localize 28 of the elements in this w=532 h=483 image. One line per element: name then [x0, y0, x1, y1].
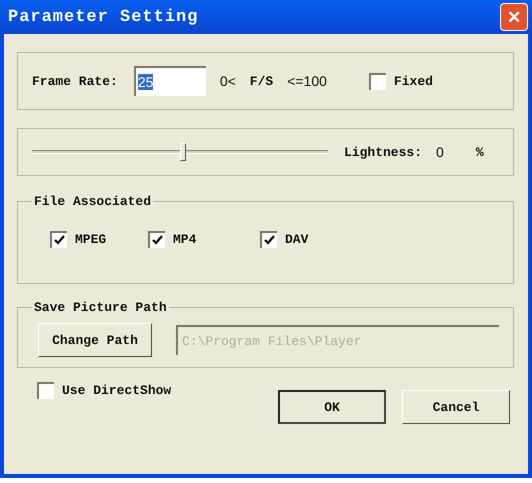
- format-label: MPEG: [75, 232, 106, 247]
- range-max-text: <=100: [287, 73, 327, 89]
- fixed-label: Fixed: [394, 74, 433, 88]
- lightness-label: Lightness:: [344, 144, 422, 160]
- window-title: Parameter Setting: [8, 8, 198, 26]
- frame-rate-field[interactable]: 25: [134, 66, 206, 96]
- checkbox[interactable]: [148, 231, 165, 248]
- dialog-button[interactable]: Cancel: [402, 390, 510, 424]
- group-title: File Associated: [33, 194, 152, 209]
- group-title: Save Picture Path: [33, 300, 168, 315]
- directshow-label: Use DirectShow: [62, 383, 172, 398]
- dialog-button[interactable]: OK: [278, 390, 386, 424]
- close-button[interactable]: ✕: [500, 3, 528, 31]
- range-min-text: 0<: [220, 73, 236, 89]
- slider[interactable]: [32, 142, 328, 162]
- lightness-value: 0: [436, 144, 444, 160]
- format-label: MP4: [173, 232, 196, 247]
- slider-thumb[interactable]: [180, 143, 186, 161]
- unit-text: F/S: [250, 74, 274, 88]
- checkbox[interactable]: [37, 382, 54, 399]
- percent-unit: %: [476, 144, 484, 160]
- checkbox[interactable]: [50, 231, 67, 248]
- frame-rate-label: Frame Rate:: [32, 74, 118, 88]
- checkbox[interactable]: [368, 72, 386, 90]
- change-path-button[interactable]: Change Path: [38, 323, 152, 357]
- format-label: DAV: [285, 232, 308, 247]
- frame-rate-value: 25: [138, 74, 154, 90]
- checkbox[interactable]: [260, 231, 277, 248]
